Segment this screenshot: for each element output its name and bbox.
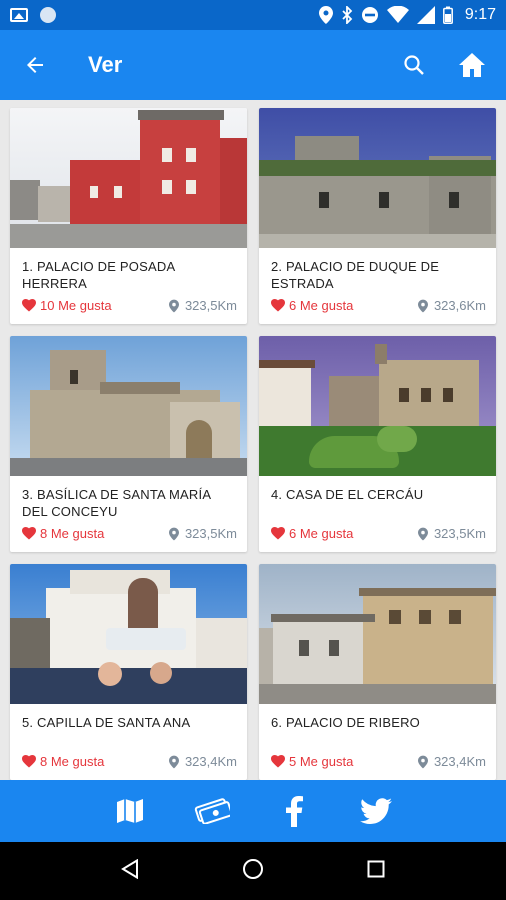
distance: 323,5Km <box>168 526 237 541</box>
nav-home-button[interactable] <box>242 858 264 885</box>
heart-icon <box>271 755 285 768</box>
facebook-button[interactable] <box>272 789 316 833</box>
heart-icon <box>271 527 285 540</box>
twitter-button[interactable] <box>354 789 398 833</box>
location-pin-icon <box>417 527 428 540</box>
place-card-5[interactable]: 5. CAPILLA DE SANTA ANA 8 Me gusta 323,4… <box>10 564 247 780</box>
place-photo-4 <box>259 336 496 476</box>
place-photo-3 <box>10 336 247 476</box>
place-card-4[interactable]: 4. CASA DE EL CERCÁU 6 Me gusta 323,5Km <box>259 336 496 552</box>
place-title: 6. PALACIO DE RIBERO <box>271 715 420 730</box>
place-card-6[interactable]: 6. PALACIO DE RIBERO 5 Me gusta 323,4Km <box>259 564 496 780</box>
search-button[interactable] <box>392 43 436 87</box>
likes-count: 8 Me gusta <box>40 526 105 541</box>
signal-icon <box>416 6 435 24</box>
money-button[interactable] <box>190 789 234 833</box>
wifi-icon <box>386 6 409 23</box>
place-card-3[interactable]: 3. BASÍLICA DE SANTA MARÍA DEL CONCEYU 8… <box>10 336 247 552</box>
map-icon <box>117 799 143 823</box>
location-pin-icon <box>417 299 428 312</box>
likes[interactable]: 5 Me gusta <box>271 754 353 769</box>
battery-icon <box>442 6 453 24</box>
nav-recents-icon <box>367 860 385 877</box>
place-card-1[interactable]: 1. PALACIO DE POSADA HERRERA 10 Me gusta… <box>10 108 247 324</box>
likes[interactable]: 6 Me gusta <box>271 298 353 313</box>
place-photo-2 <box>259 108 496 248</box>
place-title: 5. CAPILLA DE SANTA ANA <box>22 715 191 730</box>
heart-icon <box>22 755 36 768</box>
image-notification-icon <box>10 8 28 22</box>
page-title: Ver <box>88 52 123 77</box>
search-icon <box>404 55 424 75</box>
place-title: 4. CASA DE EL CERCÁU <box>271 487 424 502</box>
location-pin-icon <box>168 527 179 540</box>
distance: 323,5Km <box>168 298 237 313</box>
likes[interactable]: 8 Me gusta <box>22 526 104 541</box>
likes-count: 6 Me gusta <box>289 526 354 541</box>
likes-count: 5 Me gusta <box>289 754 354 769</box>
likes-count: 6 Me gusta <box>289 298 354 313</box>
twitter-icon <box>360 798 392 824</box>
likes[interactable]: 6 Me gusta <box>271 526 353 541</box>
place-photo-5 <box>10 564 247 704</box>
notification-circle-icon <box>40 7 56 23</box>
nav-home-icon <box>242 858 263 879</box>
place-photo-6 <box>259 564 496 704</box>
nav-recents-button[interactable] <box>367 860 385 883</box>
app-bar: Ver <box>0 30 506 100</box>
nav-back-button[interactable] <box>121 858 139 884</box>
distance: 323,6Km <box>417 298 486 313</box>
likes[interactable]: 10 Me gusta <box>22 298 112 313</box>
place-title: 2. PALACIO DE DUQUE DE ESTRADA <box>271 259 440 291</box>
distance-value: 323,5Km <box>433 526 486 541</box>
place-title: 3. BASÍLICA DE SANTA MARÍA DEL CONCEYU <box>22 487 211 519</box>
distance: 323,4Km <box>168 754 237 769</box>
location-pin-icon <box>417 755 428 768</box>
likes-count: 10 Me gusta <box>40 298 112 313</box>
distance-value: 323,5Km <box>184 298 237 313</box>
bluetooth-icon <box>342 6 353 24</box>
home-button[interactable] <box>450 43 494 87</box>
distance-value: 323,6Km <box>433 298 486 313</box>
distance: 323,5Km <box>417 526 486 541</box>
place-card-2[interactable]: 2. PALACIO DE DUQUE DE ESTRADA 6 Me gust… <box>259 108 496 324</box>
do-not-disturb-icon <box>361 7 378 23</box>
likes-count: 8 Me gusta <box>40 754 105 769</box>
distance-value: 323,5Km <box>184 526 237 541</box>
bottom-action-bar <box>0 780 506 842</box>
likes[interactable]: 8 Me gusta <box>22 754 104 769</box>
distance-value: 323,4Km <box>433 754 486 769</box>
distance-value: 323,4Km <box>184 754 237 769</box>
heart-icon <box>22 527 36 540</box>
location-pin-icon <box>168 299 179 312</box>
places-grid: 1. PALACIO DE POSADA HERRERA 10 Me gusta… <box>0 100 506 780</box>
system-navigation-bar <box>0 842 506 900</box>
heart-icon <box>22 299 36 312</box>
home-icon <box>459 53 485 77</box>
location-icon <box>318 6 333 24</box>
location-pin-icon <box>168 755 179 768</box>
status-time: 9:17 <box>464 6 496 23</box>
money-icon <box>194 798 230 824</box>
place-photo-1 <box>10 108 247 248</box>
distance: 323,4Km <box>417 754 486 769</box>
place-title: 1. PALACIO DE POSADA HERRERA <box>22 259 175 291</box>
map-button[interactable] <box>108 789 152 833</box>
status-bar: 9:17 <box>0 0 506 30</box>
heart-icon <box>271 299 285 312</box>
arrow-back-icon <box>27 57 43 73</box>
back-button[interactable] <box>0 30 70 100</box>
nav-back-icon <box>121 858 139 879</box>
facebook-icon <box>286 796 303 827</box>
